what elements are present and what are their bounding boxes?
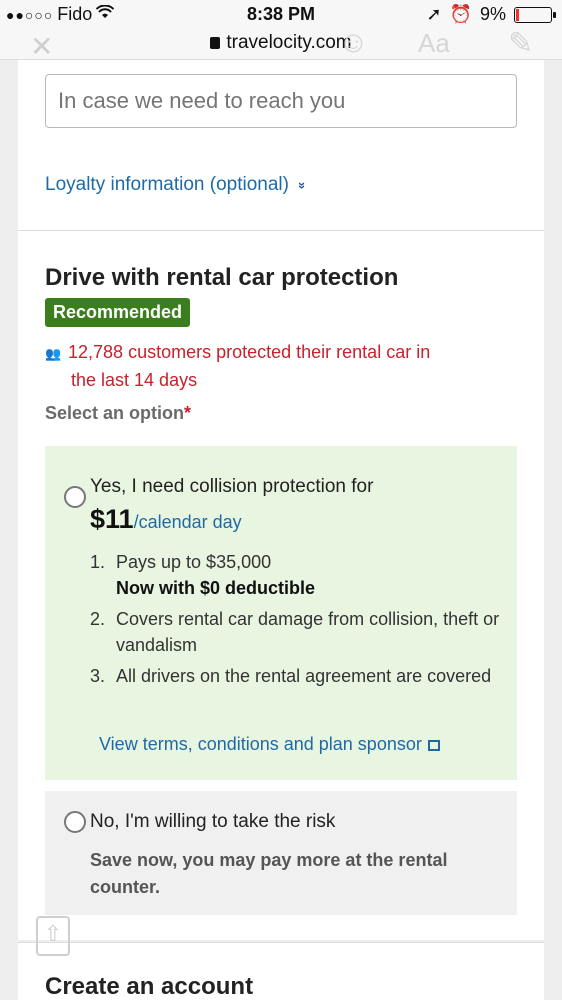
no-protection-option[interactable]: No, I'm willing to take the risk Save no… xyxy=(45,791,517,915)
location-arrow-icon: ➚ xyxy=(426,4,442,24)
gesture-icon[interactable]: ✎ xyxy=(508,26,533,61)
url-text: travelocity.com xyxy=(226,32,352,53)
battery-percent: 9% xyxy=(479,4,506,24)
item-text: Pays up to $35,000 xyxy=(116,552,272,572)
yes-protection-option[interactable]: Yes, I need collision protection for $11… xyxy=(45,446,517,780)
status-bar: ●●○○○ Fido 8:38 PM ➚ ⏰ 9% xyxy=(0,0,562,28)
status-right: ➚ ⏰ 9% xyxy=(426,4,556,25)
social-proof-line2: the last 14 days xyxy=(71,370,198,390)
url-display[interactable]: travelocity.com xyxy=(0,32,562,54)
battery-icon xyxy=(514,6,556,23)
no-option-subtext: Save now, you may pay more at the rental… xyxy=(90,850,448,897)
no-option-label: No, I'm willing to take the risk xyxy=(90,811,336,832)
required-mark: * xyxy=(184,403,192,423)
people-icon: 👥 xyxy=(45,346,62,361)
share-icon[interactable]: ⇧ xyxy=(36,916,70,956)
create-account-title: Create an account xyxy=(45,973,254,1000)
rental-protection-section: Drive with rental car protection Recomme… xyxy=(18,230,544,940)
item-number: 2. xyxy=(90,609,106,629)
contact-section: Loyalty information (optional) » xyxy=(18,60,544,230)
social-proof: 👥 12,788 customers protected their renta… xyxy=(45,339,430,394)
alarm-icon: ⏰ xyxy=(449,4,472,24)
item-text: Covers rental car damage from collision,… xyxy=(116,609,500,655)
yes-radio[interactable] xyxy=(64,486,86,508)
select-label-text: Select an option xyxy=(45,403,185,423)
benefits-list: 1. Pays up to $35,000 Now with $0 deduct… xyxy=(90,549,500,694)
list-item: 2. Covers rental car damage from collisi… xyxy=(90,606,500,658)
browser-url-bar: ✕ travelocity.com ☺ Aa ✎ xyxy=(0,26,562,62)
list-item: 3. All drivers on the rental agreement a… xyxy=(90,663,500,689)
phone-input[interactable] xyxy=(45,74,517,128)
external-link-icon xyxy=(427,740,440,751)
lock-icon xyxy=(210,37,221,49)
price-amount: $11 xyxy=(90,504,134,534)
loyalty-link: Loyalty information (optional) xyxy=(45,174,289,195)
no-radio[interactable] xyxy=(64,811,86,833)
social-proof-line1: 12,788 customers protected their rental … xyxy=(68,342,431,362)
item-bold-text: Now with $0 deductible xyxy=(116,578,316,598)
terms-link-text: View terms, conditions and plan sponsor xyxy=(99,734,422,754)
list-item: 1. Pays up to $35,000 Now with $0 deduct… xyxy=(90,549,500,601)
chevron-down-icon: » xyxy=(295,181,311,190)
section-title: Drive with rental car protection xyxy=(45,264,399,291)
reader-mode-button[interactable]: Aa xyxy=(418,28,450,59)
price-unit: /calendar day xyxy=(133,512,242,532)
loyalty-toggle[interactable]: Loyalty information (optional) » xyxy=(45,174,310,196)
item-number: 3. xyxy=(90,666,106,686)
account-section: Create an account xyxy=(18,942,544,1000)
price: $11/calendar day xyxy=(90,504,242,535)
smiley-icon[interactable]: ☺ xyxy=(338,26,369,60)
item-number: 1. xyxy=(90,552,106,572)
terms-link[interactable]: View terms, conditions and plan sponsor xyxy=(99,734,440,755)
recommended-badge: Recommended xyxy=(45,298,191,327)
select-option-label: Select an option* xyxy=(45,403,191,424)
item-text: All drivers on the rental agreement are … xyxy=(116,666,492,686)
yes-option-label: Yes, I need collision protection for xyxy=(90,476,374,497)
